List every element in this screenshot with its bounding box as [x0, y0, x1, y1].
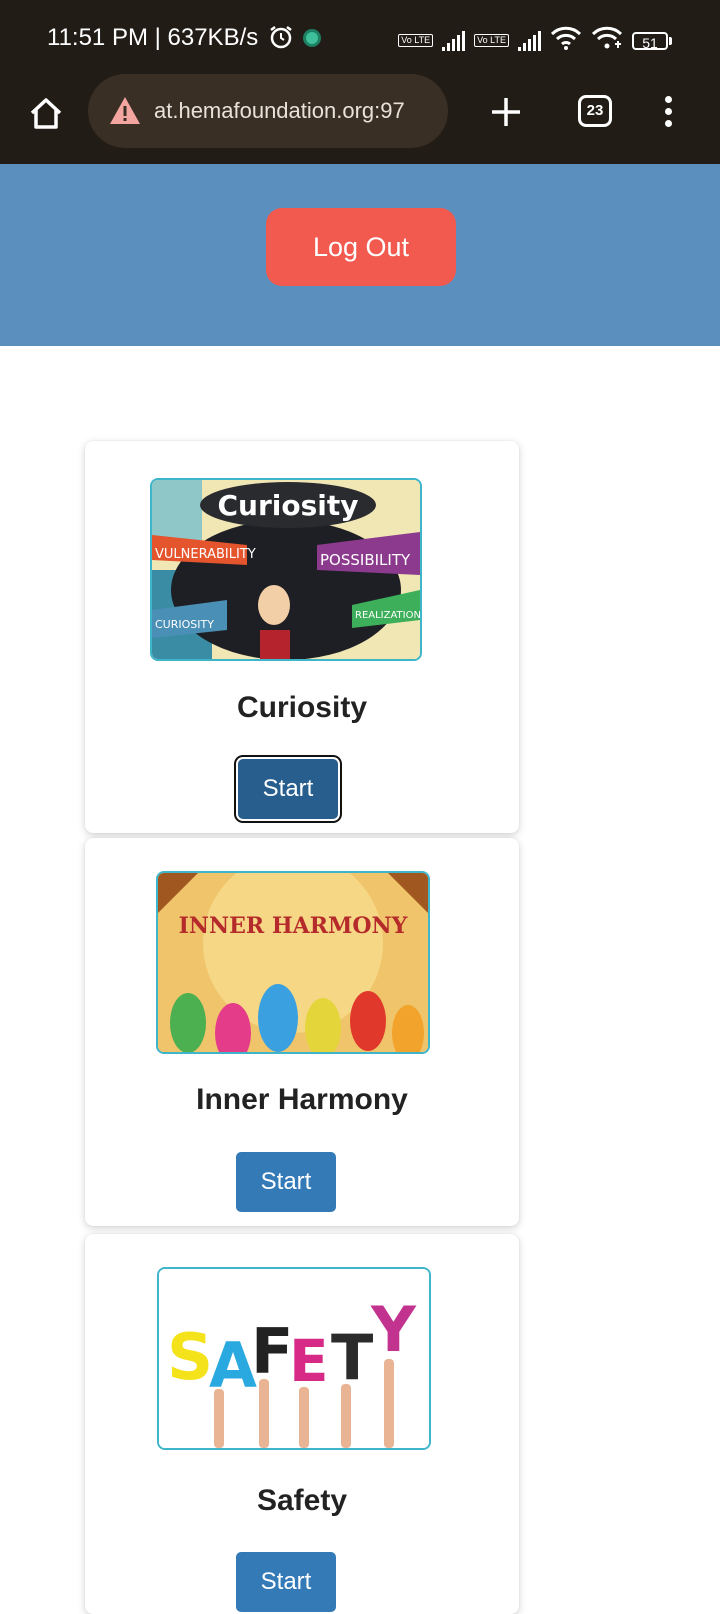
- topic-card-inner-harmony: INNER HARMONY Inner Harmony Start: [85, 838, 519, 1226]
- new-tab-icon[interactable]: [488, 94, 524, 130]
- card-title: Curiosity: [236, 691, 368, 724]
- start-button-curiosity[interactable]: Start: [238, 759, 338, 819]
- warning-icon[interactable]: [108, 94, 142, 128]
- status-time: 11:51 PM | 637KB/s: [47, 24, 259, 51]
- address-bar[interactable]: at.hemafoundation.org:97: [88, 74, 448, 148]
- safety-image: S A F E T Y: [157, 1267, 431, 1450]
- tab-count-button[interactable]: 23: [578, 95, 612, 127]
- home-icon[interactable]: [26, 94, 66, 134]
- safety-letter-s: S: [167, 1321, 213, 1395]
- curiosity-image: Curiosity VULNERABILITY POSSIBILITY CURI…: [150, 478, 422, 661]
- sim1-lte-icon: Vo LTE: [398, 34, 434, 47]
- battery-icon: 51: [632, 31, 672, 51]
- safety-letter-t: T: [331, 1321, 373, 1394]
- inner-harmony-image-title: INNER HARMONY: [179, 913, 408, 939]
- wifi-icon: [550, 26, 582, 55]
- alarm-icon: [268, 24, 294, 50]
- safety-letter-y: Y: [370, 1293, 417, 1366]
- status-icons: Vo LTE Vo LTE 51: [398, 26, 672, 55]
- curiosity-word-3: CURIOSITY: [155, 618, 214, 631]
- url-text[interactable]: at.hemafoundation.org:97: [154, 98, 405, 124]
- safety-letter-f: F: [251, 1315, 293, 1388]
- curiosity-image-title: Curiosity: [217, 489, 358, 522]
- curiosity-word-1: VULNERABILITY: [155, 547, 256, 562]
- card-title: Safety: [256, 1484, 348, 1517]
- more-menu-icon[interactable]: [660, 96, 676, 130]
- curiosity-word-4: REALIZATION: [355, 610, 420, 621]
- card-title: Inner Harmony: [196, 1083, 408, 1116]
- sim2-signal-icon: [518, 30, 541, 51]
- sim2-lte-icon: Vo LTE: [474, 34, 509, 47]
- curiosity-word-2: POSSIBILITY: [320, 551, 411, 569]
- app-notification-icon: [303, 29, 321, 47]
- battery-level: 51: [632, 31, 668, 51]
- sim1-signal-icon: [442, 30, 466, 51]
- inner-harmony-image: INNER HARMONY: [156, 871, 430, 1054]
- start-button-inner-harmony[interactable]: Start: [236, 1152, 336, 1212]
- topic-card-safety: S A F E T Y Safety Start: [85, 1234, 519, 1614]
- start-button-safety[interactable]: Start: [236, 1552, 336, 1612]
- hotspot-icon: [591, 26, 623, 55]
- topic-card-curiosity: Curiosity VULNERABILITY POSSIBILITY CURI…: [85, 441, 519, 833]
- safety-letter-e: E: [289, 1327, 329, 1395]
- logout-button[interactable]: Log Out: [266, 208, 456, 286]
- status-bar: 11:51 PM | 637KB/s Vo LTE Vo LTE 51: [0, 0, 720, 80]
